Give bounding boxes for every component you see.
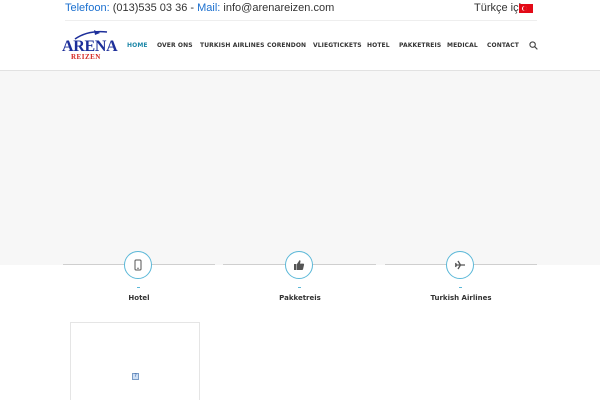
- contact-separator: -: [187, 2, 198, 14]
- feature-title-pakketreis[interactable]: Pakketreis: [224, 294, 376, 302]
- site-logo[interactable]: ARENA REIZEN: [62, 29, 118, 63]
- email-link[interactable]: info@arenareizen.com: [223, 2, 334, 14]
- nav-item-hotel[interactable]: HOTEL: [367, 42, 390, 49]
- nav-item-vliegtickets[interactable]: VLIEGTICKETS: [313, 42, 362, 49]
- nav-item-home[interactable]: HOME: [127, 42, 148, 49]
- mail-label: Mail:: [197, 2, 221, 14]
- phone-label: Telefoon:: [65, 2, 110, 14]
- feature-accent-dash: [459, 287, 462, 288]
- feature-hotel-button[interactable]: [124, 251, 152, 279]
- broken-image-icon: ?: [132, 373, 139, 380]
- nav-item-medical[interactable]: MEDICAL: [447, 42, 478, 49]
- logo-subtitle: REIZEN: [71, 53, 101, 61]
- mobile-phone-icon: [134, 259, 142, 271]
- hero-slider: [0, 71, 600, 265]
- feature-turkish-airlines-button[interactable]: [446, 251, 474, 279]
- nav-item-contact[interactable]: CONTACT: [487, 42, 519, 49]
- contact-info: Telefoon: (013)535 03 36 - Mail: info@ar…: [65, 2, 334, 14]
- feature-title-turkish-airlines[interactable]: Turkish Airlines: [385, 294, 537, 302]
- airplane-icon: [454, 260, 465, 270]
- feature-title-hotel[interactable]: Hotel: [63, 294, 215, 302]
- nav-item-pakketreis[interactable]: PAKKETREIS: [399, 42, 441, 49]
- feature-pakketreis-button[interactable]: [285, 251, 313, 279]
- feature-accent-dash: [298, 287, 301, 288]
- turkey-flag-icon[interactable]: [519, 4, 533, 13]
- nav-item-turkish-airlines[interactable]: TURKISH AIRLINES: [200, 42, 265, 49]
- top-bar: Telefoon: (013)535 03 36 - Mail: info@ar…: [0, 0, 600, 21]
- nav-item-over-ons[interactable]: OVER ONS: [157, 42, 193, 49]
- search-icon[interactable]: [529, 41, 538, 50]
- feature-accent-dash: [137, 287, 140, 288]
- header: ARENA REIZEN HOME OVER ONS TURKISH AIRLI…: [0, 21, 600, 71]
- phone-number[interactable]: (013)535 03 36: [113, 2, 188, 14]
- nav-item-corendon[interactable]: CORENDON: [267, 42, 306, 49]
- thumbs-up-icon: [294, 260, 305, 270]
- content-card: ?: [70, 322, 200, 400]
